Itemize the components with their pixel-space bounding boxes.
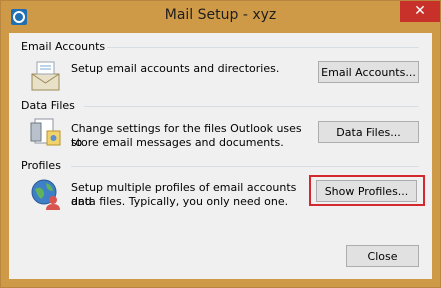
email-accounts-icon	[31, 61, 60, 91]
mail-setup-window: Mail Setup - xyz ✕ Email Accounts Setup …	[0, 0, 441, 288]
title-bar: Mail Setup - xyz ✕	[1, 1, 440, 33]
data-files-description-line2: store email messages and documents.	[71, 136, 284, 149]
dialog-body: Email Accounts Setup email accounts and …	[9, 33, 432, 279]
show-profiles-button[interactable]: Show Profiles...	[316, 180, 417, 202]
email-accounts-group-label: Email Accounts	[21, 40, 106, 53]
profiles-group-label: Profiles	[21, 159, 61, 172]
group-divider	[84, 106, 419, 107]
window-title: Mail Setup - xyz	[164, 7, 277, 23]
group-divider	[71, 166, 419, 167]
data-files-group-label: Data Files	[21, 99, 75, 112]
group-divider	[107, 47, 419, 48]
profiles-icon	[31, 179, 60, 210]
data-files-button[interactable]: Data Files...	[318, 121, 419, 143]
window-close-button[interactable]: ✕	[400, 1, 440, 22]
close-button[interactable]: Close	[346, 245, 419, 267]
data-files-icon	[30, 118, 61, 146]
profiles-description-line2: data files. Typically, you only need one…	[71, 195, 289, 208]
email-accounts-description: Setup email accounts and directories.	[71, 62, 280, 75]
email-accounts-button[interactable]: Email Accounts...	[318, 61, 419, 83]
